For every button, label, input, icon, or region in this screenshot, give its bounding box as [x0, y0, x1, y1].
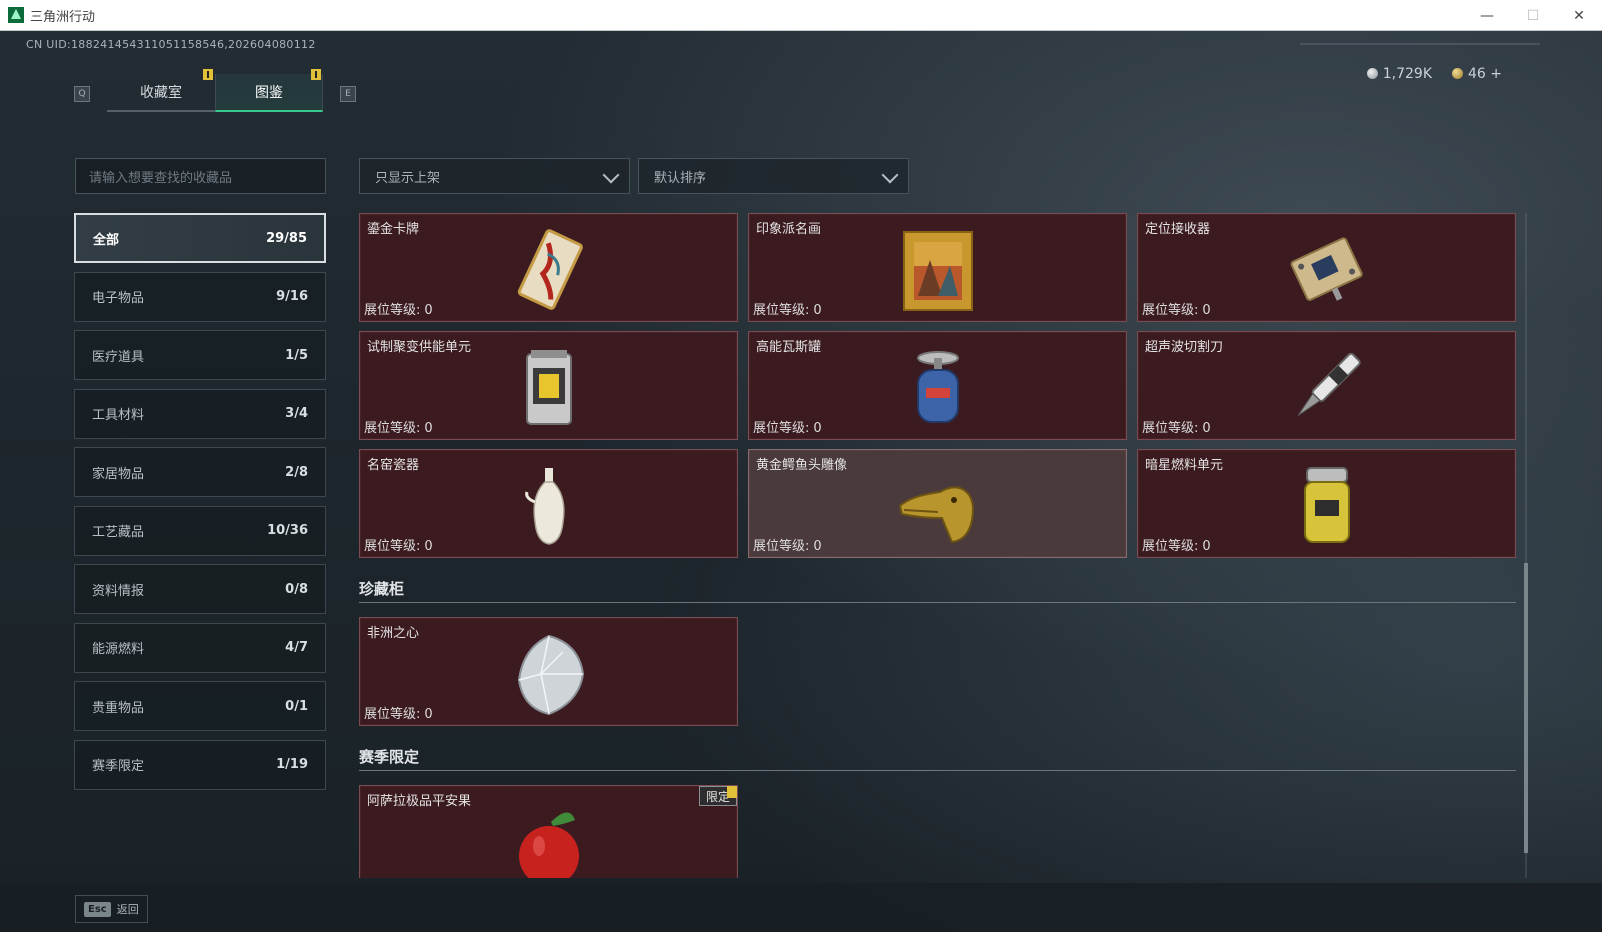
item-name: 超声波切割刀 — [1145, 340, 1224, 355]
window-titlebar: 三角洲行动 — ☐ ✕ — [0, 0, 1602, 31]
item-name: 名窑瓷器 — [367, 458, 420, 473]
gold-crocodile-head-icon — [898, 486, 974, 544]
notice-icon — [727, 786, 737, 798]
tab-notice-icon — [311, 69, 321, 80]
silver-coin-icon — [1366, 68, 1378, 79]
item-card[interactable]: 名窑瓷器 展位等级: 0 — [359, 449, 738, 558]
section-divider — [359, 602, 1516, 603]
level-text: 展位等级: 0 — [364, 421, 433, 436]
section-title: 赛季限定 — [359, 748, 420, 766]
next-tab-key-hint[interactable]: E — [340, 86, 356, 102]
search-input[interactable]: 请输入想要查找的收藏品 — [75, 158, 326, 194]
item-card[interactable]: 暗星燃料单元 展位等级: 0 — [1137, 449, 1516, 558]
item-card[interactable]: 高能瓦斯罐 展位等级: 0 — [748, 331, 1127, 440]
close-button[interactable]: ✕ — [1556, 0, 1602, 31]
item-card[interactable]: 试制聚变供能单元 展位等级: 0 — [359, 331, 738, 440]
category-valuables[interactable]: 贵重物品 0/1 — [74, 681, 326, 731]
maximize-button[interactable]: ☐ — [1510, 0, 1556, 31]
back-label: 返回 — [116, 903, 139, 916]
minimize-button[interactable]: — — [1464, 0, 1510, 31]
level-text: 展位等级: 0 — [1142, 421, 1211, 436]
category-list: 全部 29/85 电子物品 9/16 医疗道具 1/5 工具材料 3/4 家居物品 2/8… — [74, 213, 326, 798]
item-name: 定位接收器 — [1145, 222, 1211, 237]
category-household[interactable]: 家居物品 2/8 — [74, 447, 326, 497]
category-season-limited[interactable]: 赛季限定 1/19 — [74, 739, 326, 790]
item-name: 非洲之心 — [367, 626, 420, 641]
item-name: 鎏金卡牌 — [367, 222, 420, 237]
item-name: 黄金鳄鱼头雕像 — [756, 458, 848, 473]
item-card[interactable]: 黄金鳄鱼头雕像 展位等级: 0 — [748, 449, 1127, 558]
item-name: 高能瓦斯罐 — [756, 340, 822, 355]
category-all[interactable]: 全部 29/85 — [74, 213, 326, 263]
window-title: 三角洲行动 — [30, 9, 96, 25]
fusion-unit-icon — [525, 350, 572, 425]
item-name: 印象派名画 — [756, 222, 822, 237]
silver-currency: 1,729K — [1366, 66, 1432, 82]
item-card[interactable]: 印象派名画 展位等级: 0 — [748, 213, 1127, 322]
tab-catalog[interactable]: 图鉴 — [215, 74, 323, 112]
gas-canister-icon — [916, 351, 959, 423]
tab-notice-icon — [203, 69, 213, 80]
prev-tab-key-hint[interactable]: Q — [74, 86, 90, 102]
gold-currency[interactable]: 46 + — [1452, 66, 1502, 82]
sort-select[interactable]: 默认排序 — [638, 158, 909, 194]
scrollbar-thumb[interactable] — [1524, 563, 1528, 853]
category-intel[interactable]: 资料情报 0/8 — [74, 564, 326, 614]
uid-label: CN UID:1882414543110511585​46,2026040801… — [26, 38, 316, 51]
ultrasonic-cutter-icon — [1297, 352, 1361, 416]
framed-painting-icon — [902, 231, 973, 311]
item-name: 暗星燃料单元 — [1145, 458, 1224, 473]
locator-receiver-icon — [1289, 237, 1363, 301]
section-title: 珍藏柜 — [359, 580, 405, 598]
window-controls: — ☐ ✕ — [1464, 0, 1602, 31]
chevron-down-icon — [602, 166, 620, 184]
sort-value: 默认排序 — [654, 170, 707, 186]
category-electronics[interactable]: 电子物品 9/16 — [74, 271, 326, 322]
category-crafts[interactable]: 工艺藏品 10/36 — [74, 505, 326, 556]
back-button[interactable]: Esc 返回 — [75, 895, 148, 923]
section-divider — [359, 770, 1516, 771]
dark-star-fuel-icon — [1303, 467, 1350, 543]
tab-collection-room[interactable]: 收藏室 — [107, 74, 215, 112]
item-card[interactable]: 阿萨拉极品平安果 限定 — [359, 785, 738, 878]
main-tabs: 收藏室 图鉴 — [107, 74, 323, 112]
item-card[interactable]: 超声波切割刀 展位等级: 0 — [1137, 331, 1516, 440]
level-text: 展位等级: 0 — [753, 539, 822, 554]
item-card[interactable]: 非洲之心 展位等级: 0 — [359, 617, 738, 726]
item-name: 试制聚变供能单元 — [367, 340, 472, 355]
gold-coin-icon — [1452, 68, 1463, 79]
level-text: 展位等级: 0 — [753, 421, 822, 436]
collection-grid: 鎏金卡牌 展位等级: 0 印象派名画 展位等级: 0 定位接收器 展位等级: 0… — [359, 213, 1519, 878]
level-text: 展位等级: 0 — [753, 303, 822, 318]
level-text: 展位等级: 0 — [364, 303, 433, 318]
chevron-down-icon — [881, 166, 899, 184]
shelf-filter-select[interactable]: 只显示上架 — [359, 158, 630, 194]
apple-icon — [518, 812, 579, 878]
gilded-card-icon — [517, 229, 583, 310]
game-viewport: CN UID:1882414543110511585​46,2026040801… — [0, 31, 1602, 932]
category-medical[interactable]: 医疗道具 1/5 — [74, 330, 326, 380]
shelf-filter-value: 只显示上架 — [375, 170, 441, 186]
diamond-icon — [517, 634, 584, 716]
currency-bar: 1,729K 46 + — [1366, 66, 1502, 82]
level-text: 展位等级: 0 — [1142, 303, 1211, 318]
category-energy[interactable]: 能源燃料 4/7 — [74, 622, 326, 673]
item-card[interactable]: 鎏金卡牌 展位等级: 0 — [359, 213, 738, 322]
esc-key-icon: Esc — [84, 901, 111, 917]
bottom-bar: Esc 返回 — [0, 883, 1602, 932]
level-text: 展位等级: 0 — [364, 539, 433, 554]
item-card[interactable]: 定位接收器 展位等级: 0 — [1137, 213, 1516, 322]
category-tools[interactable]: 工具材料 3/4 — [74, 388, 326, 439]
level-text: 展位等级: 0 — [364, 707, 433, 722]
item-name: 阿萨拉极品平安果 — [367, 794, 472, 809]
top-decoration — [1300, 43, 1540, 45]
app-logo-icon — [8, 7, 24, 23]
porcelain-vase-icon — [524, 468, 565, 545]
level-text: 展位等级: 0 — [1142, 539, 1211, 554]
